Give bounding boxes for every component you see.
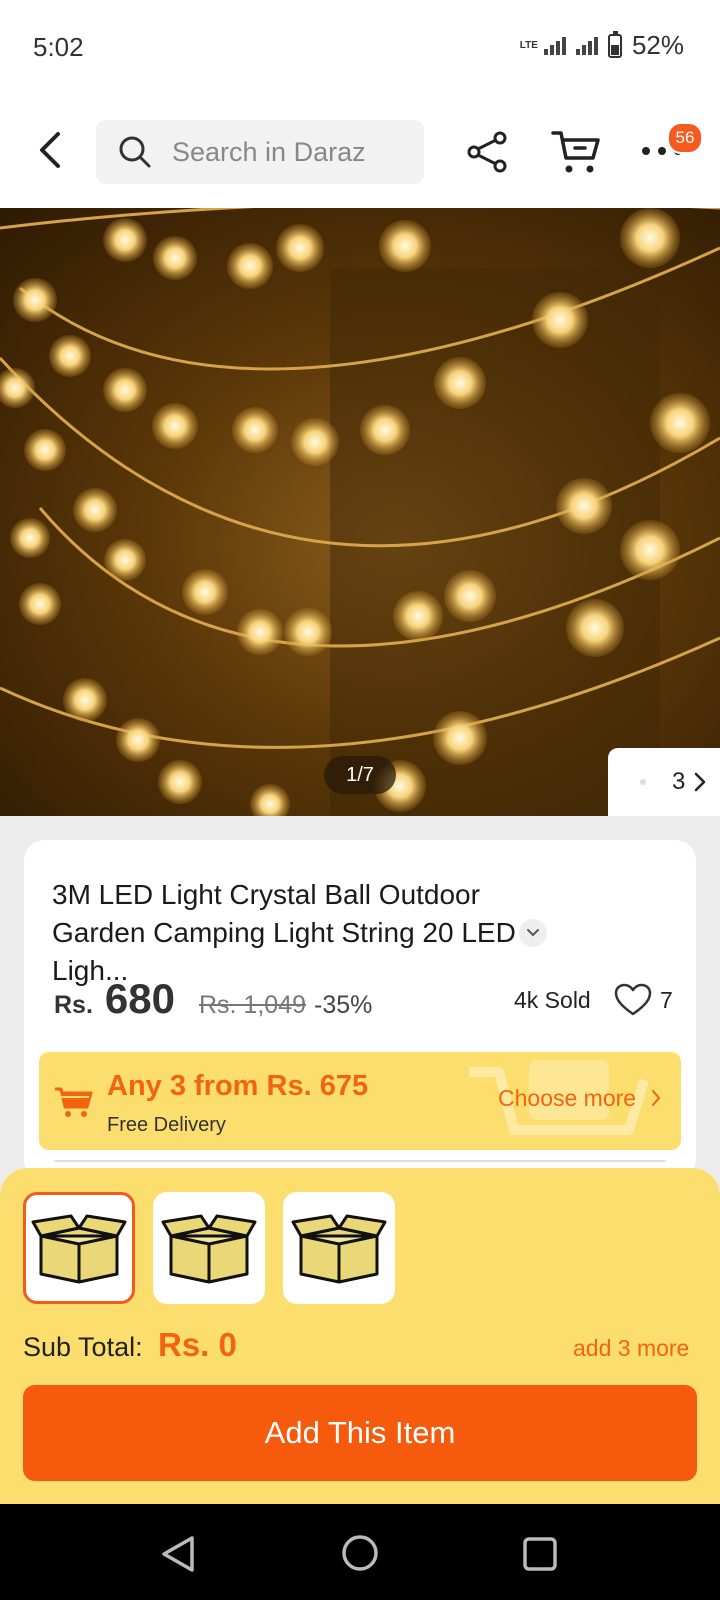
status-icons: LTE 52% [520,30,684,61]
bundle-slot[interactable] [283,1192,395,1304]
nav-back-icon[interactable] [160,1534,196,1574]
price-value: 680 [104,975,175,1022]
bundle-slots [23,1192,395,1304]
chevron-right-icon [695,772,706,792]
promo-subtitle: Free Delivery [107,1114,226,1136]
battery-icon [607,30,622,58]
product-image[interactable] [0,208,720,816]
signal-icon [543,36,566,55]
chevron-down-icon [527,929,539,937]
notification-badge: 56 [667,122,703,154]
box-icon [31,1214,127,1284]
chevron-right-icon [652,1090,661,1106]
add-more-hint: add 3 more [573,1335,690,1361]
nav-home-icon[interactable] [341,1534,379,1572]
status-time: 5:02 [33,32,84,62]
signal-icon-2 [575,36,598,55]
choose-more-link[interactable]: Choose more [498,1085,636,1112]
bundle-slot[interactable] [23,1192,135,1304]
promo-title: Any 3 from Rs. 675 [107,1070,369,1102]
price-currency: Rs. [54,991,93,1019]
nav-recents-icon[interactable] [522,1536,558,1572]
subtotal-label: Sub Total: [23,1332,143,1362]
share-icon[interactable] [466,130,510,174]
network-type: LTE [519,39,538,51]
box-icon [161,1214,257,1284]
sold-count: 4k Sold [514,987,591,1013]
search-input[interactable]: Search in Daraz [172,137,366,168]
promo-cart-icon [55,1087,93,1117]
heart-icon[interactable] [614,983,652,1017]
divider [54,1160,666,1162]
thumbnail-tab[interactable]: 3 [608,748,720,816]
string-lights-image [0,208,720,816]
thumbnail-count: 3 [672,768,686,795]
thumbnail-dot [640,779,646,785]
back-arrow-icon[interactable] [30,128,70,172]
like-count: 7 [660,987,673,1013]
box-icon [291,1214,387,1284]
bundle-slot[interactable] [153,1192,265,1304]
expand-title-button[interactable] [519,919,547,947]
battery-percent: 52% [631,30,684,60]
search-icon [119,136,151,168]
search-bar[interactable]: Search in Daraz [96,120,424,184]
add-item-button[interactable]: Add This Item [23,1385,697,1481]
product-title: 3M LED Light Crystal Ball Outdoor Garden… [52,879,516,986]
image-counter: 1/7 [324,756,396,794]
system-nav-bar [0,1504,720,1600]
cart-icon[interactable] [551,128,601,176]
price-row: Rs. 680 Rs. 1,049 -35% [54,975,372,1023]
subtotal-value: Rs. 0 [158,1326,237,1363]
discount-percent: -35% [314,991,373,1019]
original-price: Rs. 1,049 [198,991,306,1019]
